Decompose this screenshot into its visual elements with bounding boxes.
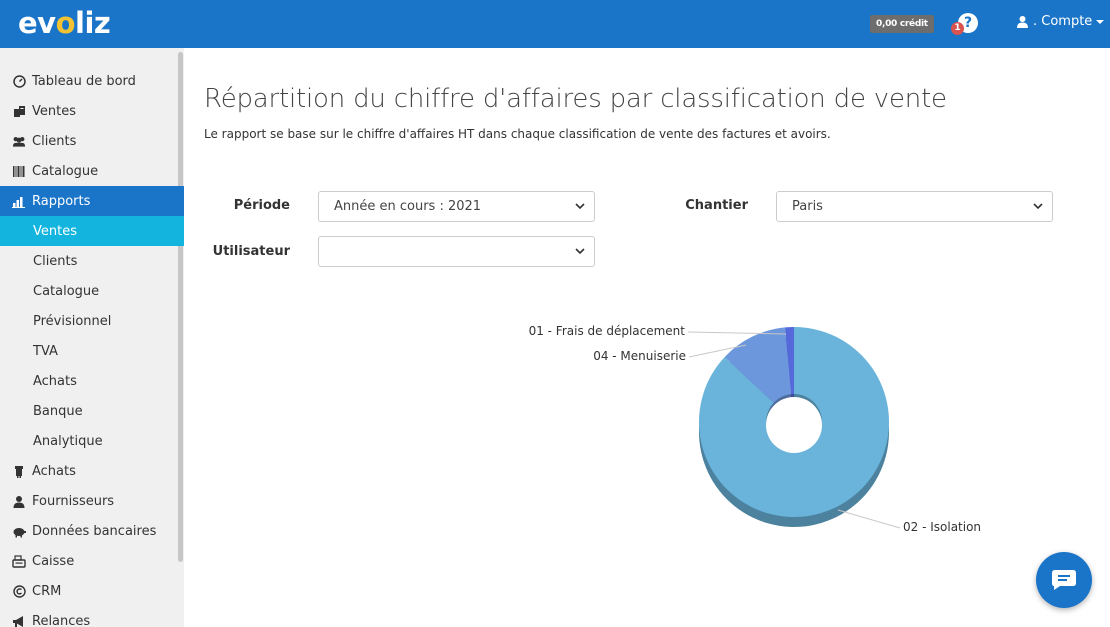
slice-label: 04 - Menuiserie — [593, 349, 686, 363]
barcode-icon — [12, 164, 26, 178]
sidebar-item-rapports[interactable]: Rapports — [0, 186, 184, 216]
clients-icon — [12, 134, 26, 148]
utilisateur-select[interactable] — [318, 236, 595, 267]
sidebar-item-donnees-bancaires[interactable]: Données bancaires — [0, 516, 184, 546]
chart-icon — [12, 194, 26, 208]
sidebar-item-clients[interactable]: Clients — [0, 126, 184, 156]
logo[interactable]: evoliz — [18, 6, 111, 40]
sidebar-item-label: Fournisseurs — [32, 493, 115, 509]
purchases-icon — [12, 464, 26, 478]
sidebar-item-catalogue[interactable]: Catalogue — [0, 156, 184, 186]
sales-icon — [12, 104, 26, 118]
page-title: Répartition du chiffre d'affaires par cl… — [204, 84, 947, 114]
sidebar-subitem-ventes[interactable]: Ventes — [0, 216, 184, 246]
sidebar-item-label: Clients — [33, 253, 78, 269]
chat-button[interactable] — [1036, 552, 1092, 608]
sidebar-item-achats[interactable]: Achats — [0, 456, 184, 486]
sidebar-subitem-previsionnel[interactable]: Prévisionnel — [0, 306, 184, 336]
sidebar-subitem-tva[interactable]: TVA — [0, 336, 184, 366]
sidebar-item-label: Ventes — [33, 223, 77, 239]
sidebar-item-label: Banque — [33, 403, 83, 419]
account-label: . Compte — [1033, 14, 1093, 29]
periode-select[interactable]: Année en cours : 2021 — [318, 191, 595, 222]
label-connector — [837, 509, 901, 529]
donut-chart: 01 - Frais de déplacement 04 - Menuiserie… — [529, 324, 981, 534]
megaphone-icon — [12, 614, 26, 627]
sidebar-subitem-clients[interactable]: Clients — [0, 246, 184, 276]
sidebar-item-label: Rapports — [32, 193, 91, 209]
sidebar-subitem-catalogue[interactable]: Catalogue — [0, 276, 184, 306]
chevron-down-icon — [575, 203, 585, 210]
chevron-down-icon — [575, 248, 585, 255]
sidebar-item-label: TVA — [33, 343, 58, 359]
piggy-bank-icon — [12, 524, 26, 538]
chantier-select[interactable]: Paris — [776, 191, 1053, 222]
top-bar: evoliz 0,00 crédit ? 1 . Compte — [0, 0, 1110, 48]
sidebar-subitem-analytique[interactable]: Analytique — [0, 426, 184, 456]
utilisateur-label: Utilisateur — [212, 244, 290, 259]
account-menu[interactable]: . Compte — [1016, 14, 1105, 29]
chantier-value: Paris — [792, 199, 823, 214]
chat-icon — [1052, 570, 1076, 590]
sidebar-item-label: Données bancaires — [32, 523, 157, 539]
sidebar-item-label: Tableau de bord — [32, 73, 136, 89]
sidebar-item-caisse[interactable]: Caisse — [0, 546, 184, 576]
crm-icon — [12, 584, 26, 598]
sidebar-item-label: Achats — [32, 463, 76, 479]
sidebar-item-label: Analytique — [33, 433, 103, 449]
slice-label: 02 - Isolation — [903, 520, 981, 534]
sidebar-subitem-achats[interactable]: Achats — [0, 366, 184, 396]
sidebar-item-label: CRM — [32, 583, 62, 599]
sidebar-item-tableau-de-bord[interactable]: Tableau de bord — [0, 66, 184, 96]
supplier-icon — [12, 494, 26, 508]
page-subtitle: Le rapport se base sur le chiffre d'affa… — [204, 127, 831, 141]
sidebar-item-label: Relances — [32, 613, 91, 627]
sidebar-subitem-banque[interactable]: Banque — [0, 396, 184, 426]
sidebar-item-crm[interactable]: CRM — [0, 576, 184, 606]
sidebar-item-ventes[interactable]: Ventes — [0, 96, 184, 126]
credit-badge[interactable]: 0,00 crédit — [870, 15, 934, 33]
sidebar-item-label: Ventes — [32, 103, 76, 119]
sidebar-item-fournisseurs[interactable]: Fournisseurs — [0, 486, 184, 516]
periode-value: Année en cours : 2021 — [334, 199, 482, 214]
slice-label: 01 - Frais de déplacement — [529, 324, 686, 338]
chantier-label: Chantier — [685, 198, 748, 213]
caret-down-icon — [1096, 19, 1105, 24]
sidebar-item-label: Prévisionnel — [33, 313, 112, 329]
dashboard-icon — [12, 74, 26, 88]
chevron-down-icon — [1033, 203, 1043, 210]
periode-label: Période — [233, 198, 290, 213]
sidebar-item-label: Catalogue — [33, 283, 100, 299]
cash-register-icon — [12, 554, 26, 568]
sidebar-item-label: Caisse — [32, 553, 75, 569]
user-icon — [1017, 16, 1028, 28]
sidebar-item-label: Catalogue — [32, 163, 99, 179]
notification-badge: 1 — [951, 22, 964, 35]
sidebar-item-label: Clients — [32, 133, 77, 149]
donut-hole — [766, 397, 822, 453]
sidebar-item-relances[interactable]: Relances — [0, 606, 184, 627]
sidebar-item-label: Achats — [33, 373, 77, 389]
